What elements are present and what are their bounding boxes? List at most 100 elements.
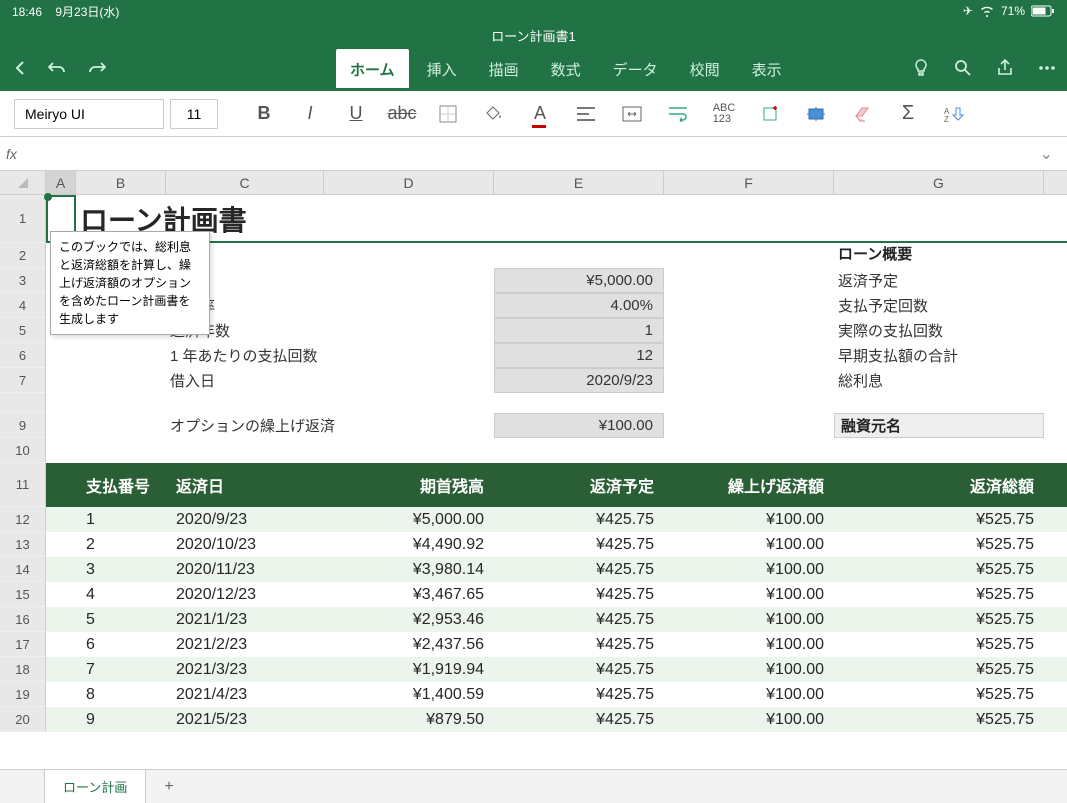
row-header[interactable]: 1 xyxy=(0,195,46,243)
cell-extra[interactable]: ¥100.00 xyxy=(664,607,834,632)
formula-expand-icon[interactable]: ⌄ xyxy=(1032,144,1061,164)
cell-total[interactable]: ¥525.75 xyxy=(834,607,1044,632)
cell-scheduled[interactable]: ¥425.75 xyxy=(494,657,664,682)
table-row[interactable]: 1212020/9/23¥5,000.00¥425.75¥100.00¥525.… xyxy=(0,507,1067,532)
grid-row[interactable]: 10 xyxy=(0,438,1067,463)
cell-balance[interactable]: ¥1,919.94 xyxy=(324,657,494,682)
col-header-g[interactable]: G xyxy=(834,171,1044,194)
autosum-button[interactable]: Σ xyxy=(888,97,928,131)
cell-date[interactable]: 2021/3/23 xyxy=(166,657,324,682)
tab-view[interactable]: 表示 xyxy=(738,49,796,88)
table-row[interactable]: 1982021/4/23¥1,400.59¥425.75¥100.00¥525.… xyxy=(0,682,1067,707)
clear-button[interactable] xyxy=(842,97,882,131)
row-header[interactable]: 3 xyxy=(0,268,46,293)
row-header[interactable]: 2 xyxy=(0,243,46,268)
tab-data[interactable]: データ xyxy=(599,49,672,88)
tab-draw[interactable]: 描画 xyxy=(475,49,533,88)
cell-date[interactable]: 2021/2/23 xyxy=(166,632,324,657)
cell-scheduled[interactable]: ¥425.75 xyxy=(494,707,664,732)
cell-scheduled[interactable]: ¥425.75 xyxy=(494,507,664,532)
cell-no[interactable]: 2 xyxy=(76,532,166,557)
table-row[interactable]: 1652021/1/23¥2,953.46¥425.75¥100.00¥525.… xyxy=(0,607,1067,632)
cell-no[interactable]: 8 xyxy=(76,682,166,707)
input-value[interactable]: ¥5,000.00 xyxy=(494,268,664,293)
row-header[interactable] xyxy=(0,393,46,413)
cell-total[interactable]: ¥525.75 xyxy=(834,707,1044,732)
align-button[interactable] xyxy=(566,97,606,131)
cell-scheduled[interactable]: ¥425.75 xyxy=(494,632,664,657)
cell-size-button[interactable] xyxy=(796,97,836,131)
cell-date[interactable]: 2020/10/23 xyxy=(166,532,324,557)
cell-no[interactable]: 3 xyxy=(76,557,166,582)
share-icon[interactable] xyxy=(995,58,1015,78)
cell-total[interactable]: ¥525.75 xyxy=(834,507,1044,532)
col-header-b[interactable]: B xyxy=(76,171,166,194)
insert-cells-button[interactable] xyxy=(750,97,790,131)
col-header-e[interactable]: E xyxy=(494,171,664,194)
number-format-button[interactable]: ABC123 xyxy=(704,97,744,131)
cell-balance[interactable]: ¥2,437.56 xyxy=(324,632,494,657)
cell-extra[interactable]: ¥100.00 xyxy=(664,657,834,682)
row-header[interactable]: 5 xyxy=(0,318,46,343)
more-icon[interactable] xyxy=(1037,58,1057,78)
input-value[interactable]: 4.00% xyxy=(494,293,664,318)
cell-scheduled[interactable]: ¥425.75 xyxy=(494,582,664,607)
wrap-text-button[interactable] xyxy=(658,97,698,131)
cell-no[interactable]: 9 xyxy=(76,707,166,732)
font-color-button[interactable]: A xyxy=(520,97,560,131)
row-header[interactable]: 17 xyxy=(0,632,46,657)
fill-color-button[interactable] xyxy=(474,97,514,131)
cell-balance[interactable]: ¥3,467.65 xyxy=(324,582,494,607)
cell-extra[interactable]: ¥100.00 xyxy=(664,532,834,557)
strikethrough-button[interactable]: abc xyxy=(382,97,422,131)
col-header-c[interactable]: C xyxy=(166,171,324,194)
add-sheet-button[interactable]: + xyxy=(150,771,187,803)
row-header[interactable]: 12 xyxy=(0,507,46,532)
grid-row[interactable] xyxy=(0,393,1067,413)
bold-button[interactable]: B xyxy=(244,97,284,131)
table-row[interactable]: 1542020/12/23¥3,467.65¥425.75¥100.00¥525… xyxy=(0,582,1067,607)
cell-balance[interactable]: ¥3,980.14 xyxy=(324,557,494,582)
row-header[interactable]: 16 xyxy=(0,607,46,632)
lender-label[interactable]: 融資元名 xyxy=(834,413,1044,438)
input-value[interactable]: 1 xyxy=(494,318,664,343)
cell-total[interactable]: ¥525.75 xyxy=(834,657,1044,682)
tab-home[interactable]: ホーム xyxy=(336,49,409,88)
cell-balance[interactable]: ¥4,490.92 xyxy=(324,532,494,557)
cell-total[interactable]: ¥525.75 xyxy=(834,582,1044,607)
table-row[interactable]: 13 22020/10/23¥4,490.92¥425.75¥100.00¥525… xyxy=(0,532,1067,557)
font-size-select[interactable]: 11 xyxy=(170,99,218,129)
cell-balance[interactable]: ¥5,000.00 xyxy=(324,507,494,532)
select-all-corner[interactable] xyxy=(0,171,46,194)
cell-date[interactable]: 2020/12/23 xyxy=(166,582,324,607)
cell-extra[interactable]: ¥100.00 xyxy=(664,707,834,732)
cell-no[interactable]: 7 xyxy=(76,657,166,682)
col-header-d[interactable]: D xyxy=(324,171,494,194)
cell-total[interactable]: ¥525.75 xyxy=(834,682,1044,707)
col-header-f[interactable]: F xyxy=(664,171,834,194)
merge-button[interactable] xyxy=(612,97,652,131)
cell-date[interactable]: 2020/9/23 xyxy=(166,507,324,532)
cell-date[interactable]: 2021/1/23 xyxy=(166,607,324,632)
back-icon[interactable] xyxy=(10,58,30,78)
cell-date[interactable]: 2021/5/23 xyxy=(166,707,324,732)
row-header[interactable]: 4 xyxy=(0,293,46,318)
row-header[interactable]: 13 xyxy=(0,532,46,557)
underline-button[interactable]: U xyxy=(336,97,376,131)
cell-extra[interactable]: ¥100.00 xyxy=(664,632,834,657)
cell-balance[interactable]: ¥1,400.59 xyxy=(324,682,494,707)
cell-total[interactable]: ¥525.75 xyxy=(834,532,1044,557)
row-header[interactable]: 19 xyxy=(0,682,46,707)
cell-extra[interactable]: ¥100.00 xyxy=(664,557,834,582)
grid-row[interactable]: 9オプションの繰上げ返済¥100.00融資元名 xyxy=(0,413,1067,438)
search-icon[interactable] xyxy=(953,58,973,78)
cell-scheduled[interactable]: ¥425.75 xyxy=(494,532,664,557)
row-header[interactable]: 14 xyxy=(0,557,46,582)
cell-no[interactable]: 1 xyxy=(76,507,166,532)
row-header[interactable]: 11 xyxy=(0,463,46,507)
row-header[interactable]: 20 xyxy=(0,707,46,732)
grid-row[interactable]: 61 年あたりの支払回数12早期支払額の合計 xyxy=(0,343,1067,368)
cell-balance[interactable]: ¥879.50 xyxy=(324,707,494,732)
cell-scheduled[interactable]: ¥425.75 xyxy=(494,682,664,707)
row-header[interactable]: 9 xyxy=(0,413,46,438)
